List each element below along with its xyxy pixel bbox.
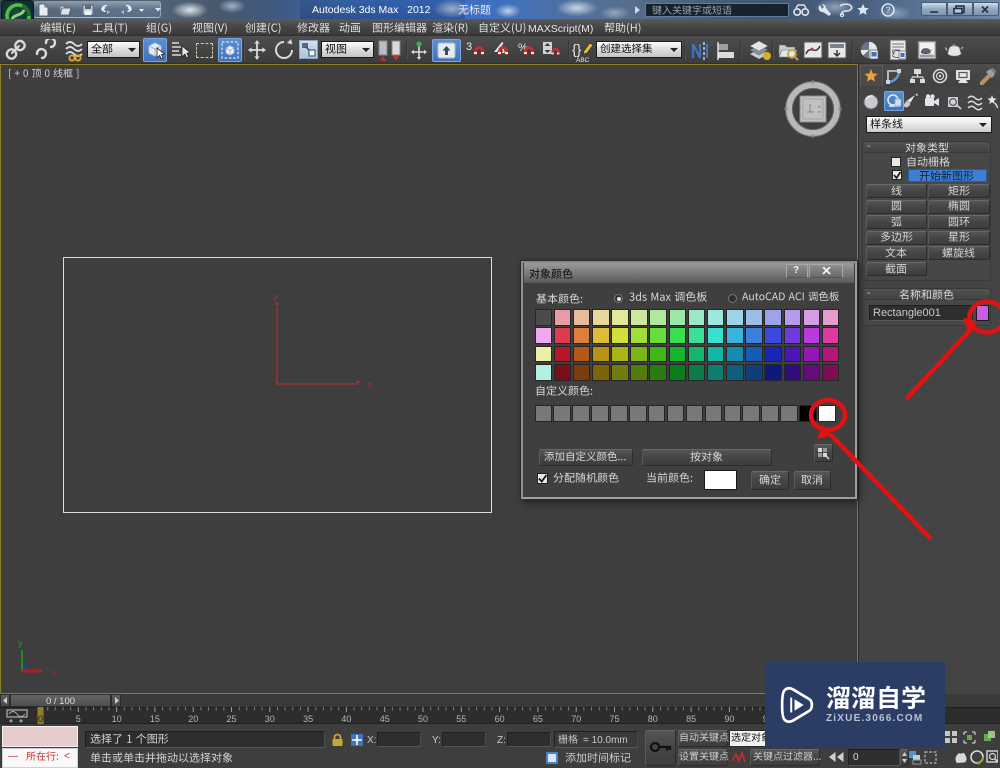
svg-text:10: 10 [112, 714, 122, 724]
svg-text:65: 65 [533, 714, 543, 724]
svg-text:60: 60 [495, 714, 505, 724]
svg-text:y: y [18, 638, 23, 648]
svg-text:50: 50 [418, 714, 428, 724]
svg-text:5: 5 [76, 714, 81, 724]
svg-text:85: 85 [686, 714, 696, 724]
svg-text:20: 20 [188, 714, 198, 724]
svg-text:y: y [274, 292, 278, 301]
svg-text:z: z [23, 661, 28, 671]
svg-text:?: ? [885, 5, 890, 15]
svg-text:0: 0 [38, 714, 43, 724]
svg-text:35: 35 [303, 714, 313, 724]
svg-text:75: 75 [609, 714, 619, 724]
svg-text:x: x [368, 380, 372, 389]
svg-text:90: 90 [724, 714, 734, 724]
svg-text:x: x [52, 667, 57, 677]
svg-text:3: 3 [466, 41, 472, 53]
svg-text:80: 80 [648, 714, 658, 724]
svg-text:30: 30 [265, 714, 275, 724]
svg-text:55: 55 [456, 714, 466, 724]
svg-text:70: 70 [571, 714, 581, 724]
svg-text:{}: {} [572, 41, 582, 57]
svg-text:25: 25 [226, 714, 236, 724]
svg-text:15: 15 [150, 714, 160, 724]
svg-text:45: 45 [380, 714, 390, 724]
svg-text:ABC: ABC [576, 57, 590, 63]
svg-text:40: 40 [341, 714, 351, 724]
